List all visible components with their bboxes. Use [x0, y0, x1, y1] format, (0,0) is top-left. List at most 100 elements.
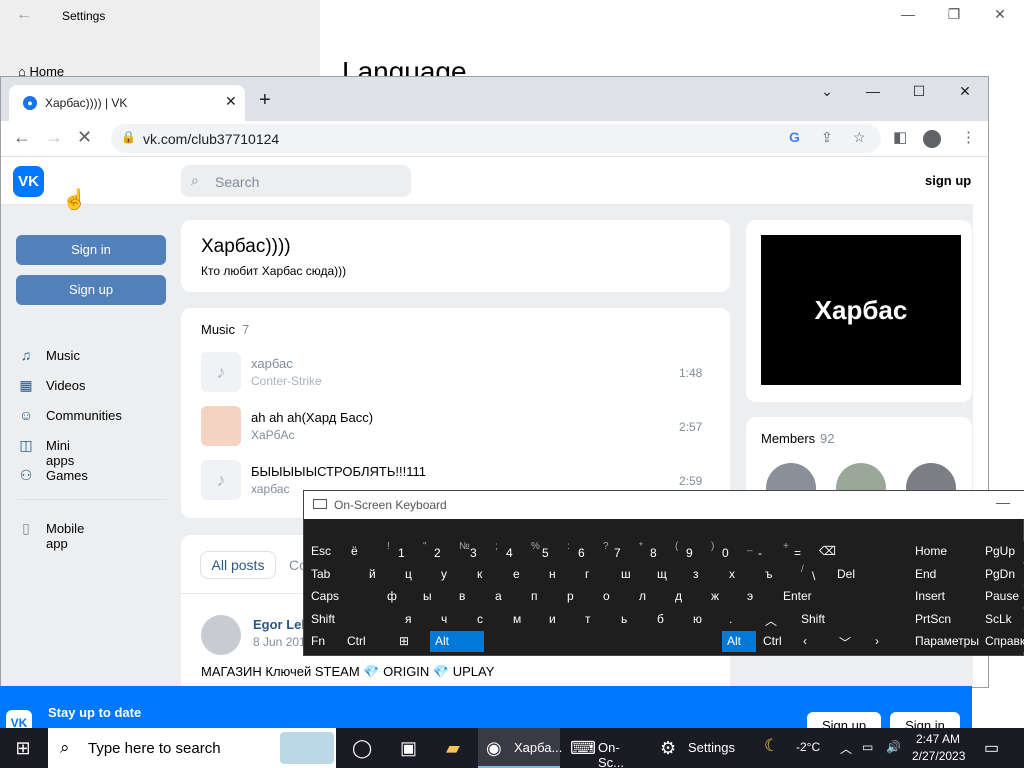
osk-key[interactable]: д	[670, 586, 704, 607]
share-icon[interactable]: ⇪	[821, 129, 833, 146]
music-note-icon[interactable]: ♪	[201, 460, 241, 500]
track-row[interactable]: ah ah ah(Хард Басс) ХаРбАс 2:57	[201, 406, 711, 450]
header-sign-up-link[interactable]: sign up	[925, 173, 971, 188]
osk-key[interactable]: Ctrl	[342, 631, 392, 652]
osk-key[interactable]: Esc	[306, 541, 344, 562]
clock-date[interactable]: 2/27/2023	[912, 749, 965, 763]
osk-key[interactable]: н	[544, 563, 578, 585]
osk-key[interactable]: ж	[706, 586, 740, 607]
google-lens-icon[interactable]: G	[789, 129, 800, 145]
osk-key[interactable]: ь	[616, 608, 650, 630]
new-tab-button[interactable]: +	[259, 89, 271, 112]
osk-key[interactable]: _ -	[742, 541, 776, 562]
settings-close-button[interactable]: ✕	[990, 6, 1010, 23]
back-arrow-icon[interactable]: ←	[13, 127, 31, 148]
osk-key[interactable]: .	[724, 608, 758, 630]
osk-key[interactable]: ё	[346, 541, 380, 562]
osk-key[interactable]: + =	[778, 541, 812, 562]
osk-nav-key[interactable]: ScLk	[980, 608, 1024, 630]
osk-nav-key[interactable]: Insert	[910, 586, 978, 607]
weather-moon-icon[interactable]: ☾	[764, 736, 779, 756]
osk-key[interactable]: * 8	[634, 541, 668, 562]
tab-search-dropdown-button[interactable]: ⌄	[815, 83, 839, 100]
osk-key[interactable]: Tab	[306, 563, 362, 585]
osk-key[interactable]: г	[580, 563, 614, 585]
osk-minimize-button[interactable]: —	[996, 494, 1010, 510]
osk-key[interactable]: я	[400, 608, 434, 630]
osk-key[interactable]: ю	[688, 608, 722, 630]
osk-key[interactable]: и	[544, 608, 578, 630]
post-date[interactable]: 8 Jun 201	[253, 635, 306, 649]
browser-tab-active[interactable]: ● Харбас)))) | VK ✕	[9, 85, 245, 121]
tab-close-icon[interactable]: ✕	[225, 93, 237, 110]
osk-key[interactable]: р	[562, 586, 596, 607]
side-panel-icon[interactable]: ◧	[893, 128, 907, 146]
osk-key[interactable]: о	[598, 586, 632, 607]
browser-minimize-button[interactable]: —	[861, 83, 885, 99]
osk-nav-key[interactable]: PrtScn	[910, 608, 978, 630]
osk-key[interactable]: л	[634, 586, 668, 607]
bookmark-star-icon[interactable]: ☆	[853, 129, 866, 146]
taskbar-app-osk[interactable]: ⌨ On-Sc...	[562, 728, 644, 768]
osk-key[interactable]: ﹀	[834, 631, 868, 652]
osk-key[interactable]: ч	[436, 608, 470, 630]
osk-key[interactable]: :6	[562, 541, 596, 562]
windows-start-icon[interactable]: ⊞	[0, 728, 46, 768]
osk-key[interactable]: ! 1	[382, 541, 416, 562]
osk-key[interactable]: Alt	[430, 631, 484, 652]
settings-minimize-button[interactable]: —	[898, 6, 918, 22]
osk-key[interactable]: Caps	[306, 586, 380, 607]
osk-key[interactable]: е	[508, 563, 542, 585]
osk-key[interactable]	[486, 631, 720, 652]
osk-key[interactable]: (9	[670, 541, 704, 562]
osk-key[interactable]: щ	[652, 563, 686, 585]
osk-nav-key[interactable]: PgUp	[980, 541, 1024, 562]
osk-key[interactable]: ф	[382, 586, 416, 607]
taskbar-app-settings[interactable]: ⚙ Settings	[652, 728, 738, 768]
osk-key[interactable]: з	[688, 563, 722, 585]
clock-time[interactable]: 2:47 AM	[916, 732, 960, 746]
notifications-icon[interactable]: ▭	[984, 738, 999, 758]
osk-key[interactable]: м	[508, 608, 542, 630]
osk-key[interactable]: ⌫	[814, 541, 862, 562]
address-url[interactable]: vk.com/club37710124	[143, 131, 279, 147]
volume-icon[interactable]: 🔊	[886, 740, 901, 754]
browser-maximize-button[interactable]: ☐	[907, 83, 931, 100]
track-row[interactable]: ♪ харбас Conter-Strike 1:48	[201, 352, 711, 396]
osk-key[interactable]: ъ	[760, 563, 794, 585]
osk-key[interactable]: Shift	[796, 608, 880, 630]
osk-key[interactable]: ш	[616, 563, 650, 585]
browser-close-button[interactable]: ✕	[953, 83, 977, 100]
osk-key[interactable]: № 3	[454, 541, 488, 562]
osk-key[interactable]: ? 7	[598, 541, 632, 562]
osk-key[interactable]: в	[454, 586, 488, 607]
weather-temperature[interactable]: -2°C	[796, 740, 820, 754]
lock-icon[interactable]: 🔒	[121, 130, 136, 144]
osk-key[interactable]: Del	[832, 563, 880, 585]
forward-arrow-icon[interactable]: →	[45, 127, 63, 148]
osk-nav-key[interactable]: PgDn	[980, 563, 1024, 585]
osk-key[interactable]: ›	[870, 631, 904, 652]
tab-all-posts[interactable]: All posts	[200, 551, 276, 579]
network-icon[interactable]: ▭	[862, 740, 873, 754]
osk-nav-key[interactable]: End	[910, 563, 978, 585]
osk-nav-key[interactable]: Справка	[980, 631, 1024, 652]
osk-key[interactable]: Fn	[306, 631, 340, 652]
osk-key[interactable]: Ctrl	[758, 631, 796, 652]
chevron-up-icon[interactable]: ︿	[840, 740, 852, 757]
group-cover-image[interactable]: Харбас	[761, 235, 961, 385]
track-artist[interactable]: Conter-Strike	[251, 374, 322, 388]
stop-loading-icon[interactable]: ✕	[77, 127, 92, 148]
back-arrow-icon[interactable]: ←	[16, 6, 32, 24]
task-view-icon[interactable]: ▣	[394, 728, 424, 768]
taskbar-app-chrome[interactable]: ◉ Харба...	[478, 728, 562, 768]
osk-key[interactable]: ц	[400, 563, 434, 585]
cortana-icon[interactable]: ◯	[346, 728, 376, 768]
profile-avatar-icon[interactable]	[923, 130, 941, 148]
osk-key[interactable]: Enter	[778, 586, 880, 607]
members-label[interactable]: Members	[761, 431, 815, 446]
osk-key[interactable]: к	[472, 563, 506, 585]
osk-key[interactable]: / \	[796, 563, 830, 585]
osk-key[interactable]: ⊞	[394, 631, 428, 652]
osk-key[interactable]: э	[742, 586, 776, 607]
